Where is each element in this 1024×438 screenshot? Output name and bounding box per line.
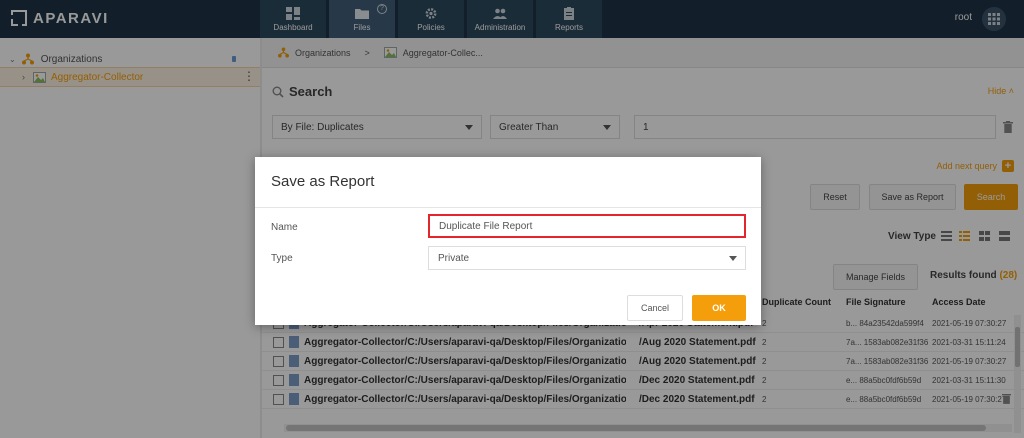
report-name-input[interactable]: Duplicate File Report bbox=[428, 214, 746, 238]
ok-button[interactable]: OK bbox=[692, 295, 746, 321]
report-type-select[interactable]: Private bbox=[428, 246, 746, 270]
cancel-button[interactable]: Cancel bbox=[627, 295, 683, 321]
report-name-value: Duplicate File Report bbox=[439, 220, 533, 232]
dialog-title: Save as Report bbox=[271, 173, 375, 190]
name-label: Name bbox=[271, 222, 298, 233]
report-type-value: Private bbox=[438, 252, 470, 264]
chevron-down-icon bbox=[729, 256, 737, 261]
save-as-report-dialog: Save as Report Name Duplicate File Repor… bbox=[255, 157, 761, 325]
divider bbox=[255, 207, 761, 208]
type-label: Type bbox=[271, 253, 293, 264]
